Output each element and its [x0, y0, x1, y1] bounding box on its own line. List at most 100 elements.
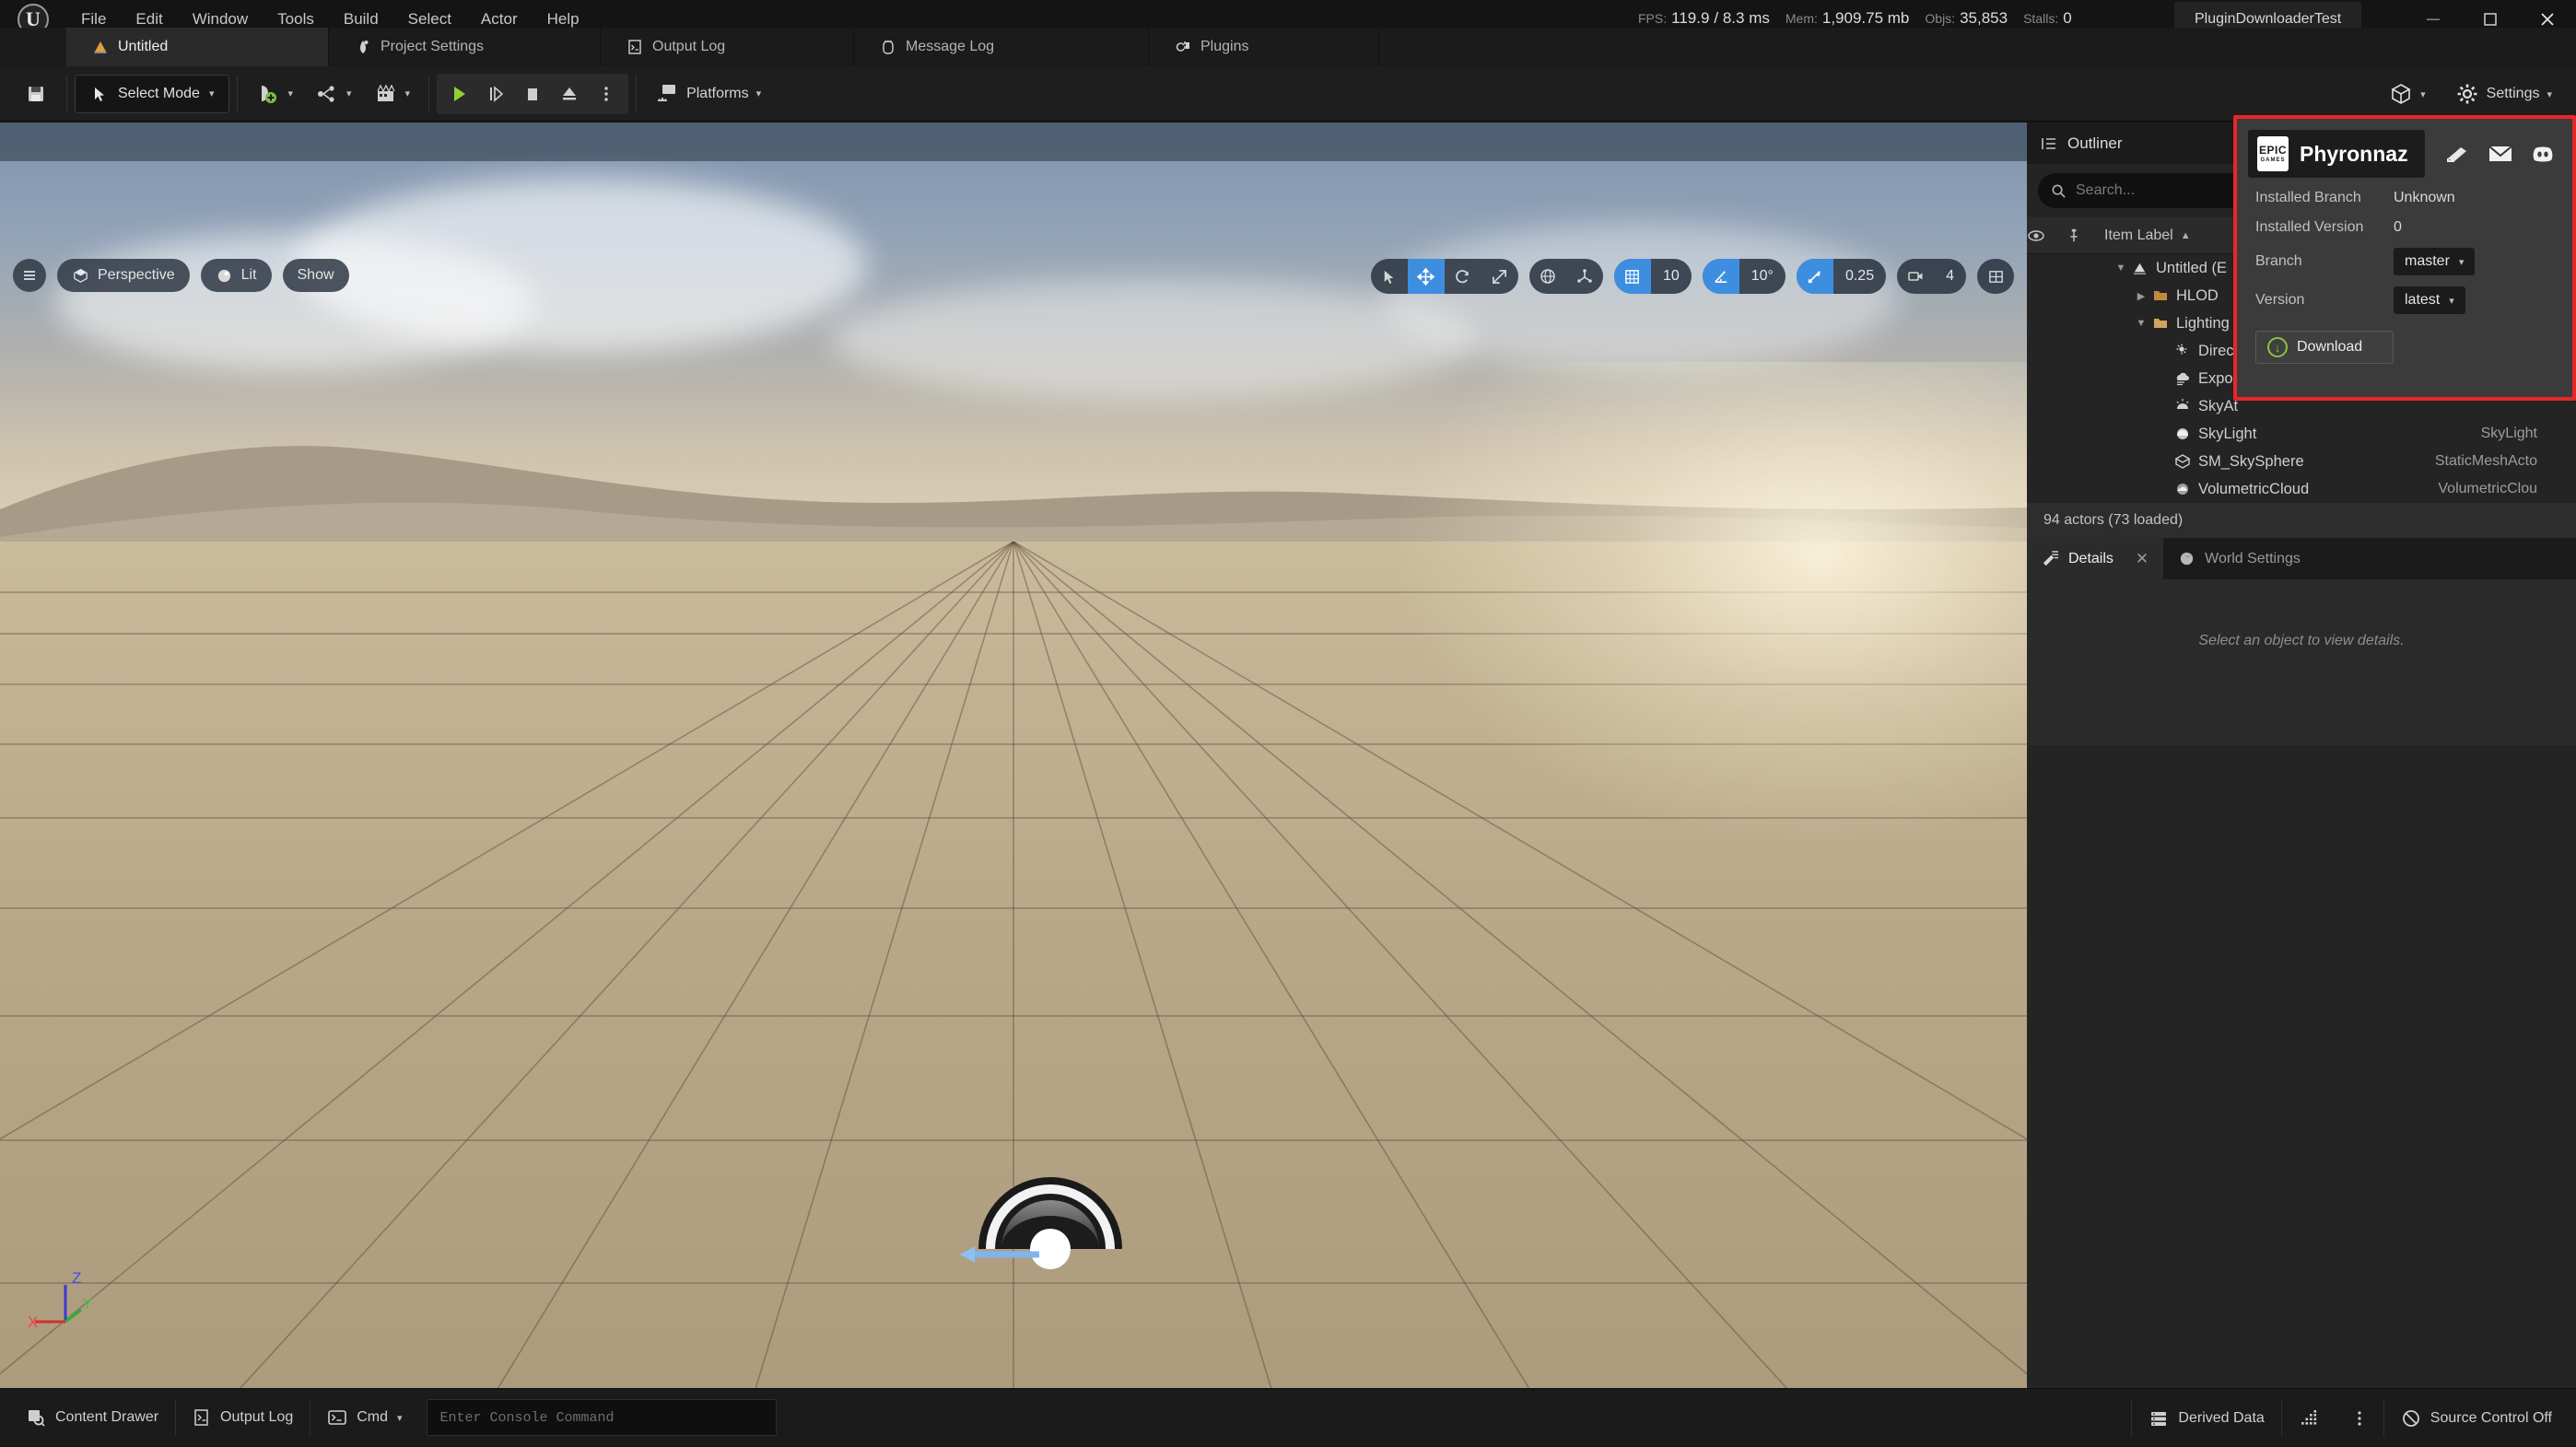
scale-snap-value[interactable]: 0.25	[1833, 259, 1886, 294]
settings-button[interactable]: Settings ▾	[2444, 74, 2563, 114]
view-mode-lit-dropdown[interactable]: Lit	[200, 259, 272, 292]
show-label: Show	[297, 267, 334, 283]
angle-snap-icon[interactable]	[1702, 259, 1739, 294]
platforms-button[interactable]: Platforms ▾	[644, 74, 772, 114]
list-item[interactable]: VolumetricCloud VolumetricClou	[2027, 475, 2576, 503]
mem-label: Mem:	[1785, 11, 1818, 26]
chevron-down-icon: ▾	[397, 1412, 403, 1424]
twisty-icon[interactable]: ▼	[2130, 318, 2152, 329]
details-empty-message: Select an object to view details.	[2027, 579, 2576, 745]
blueprints-button[interactable]: ▾	[304, 74, 363, 114]
version-dropdown[interactable]: latest ▾	[2394, 286, 2465, 314]
epic-logo-sub: GAMES	[2260, 158, 2286, 163]
download-button[interactable]: ↓ Download	[2255, 331, 2394, 364]
world-coordinate-icon[interactable]	[1529, 259, 1566, 294]
play-more-options-button[interactable]	[588, 76, 625, 112]
play-button[interactable]	[440, 76, 477, 112]
eject-button[interactable]	[551, 76, 588, 112]
tab-world-settings[interactable]: World Settings	[2163, 538, 2315, 579]
epic-author-badge[interactable]: EPIC GAMES Phyronnaz	[2248, 130, 2425, 178]
grid-snap-group: 10	[1613, 259, 1692, 294]
local-coordinate-icon[interactable]	[1566, 259, 1603, 294]
branch-dropdown[interactable]: master ▾	[2394, 248, 2476, 275]
cmd-dropdown[interactable]: Cmd ▾	[310, 1396, 418, 1439]
discord-icon[interactable]	[2530, 144, 2556, 164]
viewport-left-controls: Perspective Lit Show	[13, 259, 349, 292]
list-item[interactable]: SkyLight SkyLight	[2027, 420, 2576, 448]
details-close-icon[interactable]: ✕	[2136, 550, 2149, 568]
scale-icon[interactable]	[1481, 259, 1518, 294]
tab-output-log[interactable]: Output Log	[601, 28, 854, 66]
installed-branch-label: Installed Branch	[2255, 190, 2361, 205]
save-button[interactable]	[13, 74, 59, 114]
more-vertical-icon[interactable]	[2336, 1397, 2383, 1440]
epic-games-logo: EPIC GAMES	[2257, 136, 2289, 171]
network-stats-icon[interactable]	[2282, 1397, 2336, 1440]
stop-button[interactable]	[514, 76, 551, 112]
angle-snap-group: 10°	[1702, 259, 1786, 294]
column-item-label[interactable]: Item Label	[2104, 228, 2173, 244]
visibility-eye-icon[interactable]	[2027, 227, 2066, 245]
plugin-downloader-popup[interactable]: EPIC GAMES Phyronnaz Installed Branch Un…	[2233, 115, 2576, 401]
grid-snap-icon[interactable]	[1613, 259, 1651, 294]
axis-label-x: X	[28, 1313, 38, 1331]
move-translate-icon[interactable]	[1407, 259, 1445, 294]
fps-label: FPS:	[1638, 11, 1668, 26]
add-actor-button[interactable]: ▾	[245, 74, 304, 114]
source-control-button[interactable]: Source Control Off	[2384, 1397, 2569, 1440]
details-icon	[2042, 550, 2059, 567]
play-controls	[437, 73, 629, 114]
derived-data-button[interactable]: Derived Data	[2132, 1397, 2280, 1440]
level-viewport[interactable]: Perspective Lit Show 10 10° 0.25 4 Z Y X	[0, 123, 2027, 1388]
tab-untitled-level[interactable]: Untitled	[66, 28, 329, 66]
branch-label: Branch	[2255, 253, 2302, 269]
grid-snap-value[interactable]: 10	[1651, 259, 1692, 294]
chevron-down-icon: ▾	[208, 88, 215, 99]
camera-speed-value[interactable]: 4	[1934, 259, 1966, 294]
cursor-select-icon[interactable]	[1371, 259, 1408, 294]
download-label: Download	[2297, 339, 2363, 355]
show-flags-dropdown[interactable]: Show	[282, 259, 349, 292]
list-item[interactable]: SM_SkySphere StaticMeshActo	[2027, 448, 2576, 475]
pin-icon[interactable]	[2066, 228, 2104, 244]
scale-snap-icon[interactable]	[1796, 259, 1833, 294]
list-item-label: VolumetricCloud	[2198, 480, 2310, 497]
output-log-button[interactable]: Output Log	[176, 1396, 310, 1439]
viewport-layout-icon[interactable]	[1977, 259, 2014, 294]
angle-snap-value[interactable]: 10°	[1739, 259, 1786, 294]
camera-speed-icon[interactable]	[1897, 259, 1934, 294]
console-input-field[interactable]	[439, 1409, 763, 1426]
cinematics-button[interactable]: ▾	[363, 74, 422, 114]
transform-mode-group	[1370, 259, 1518, 294]
installed-version-label: Installed Version	[2255, 219, 2364, 235]
volumetric-cloud-icon	[2174, 481, 2198, 497]
rotate-icon[interactable]	[1445, 259, 1481, 294]
outliner-icon	[2040, 134, 2058, 153]
sky-atmosphere-icon	[2174, 398, 2198, 414]
camera-speed-group[interactable]: 4	[1897, 259, 1966, 294]
twisty-icon[interactable]: ▼	[2110, 263, 2132, 274]
tab-label: Project Settings	[381, 39, 485, 54]
frametime-value: / 8.3 ms	[1714, 9, 1770, 27]
select-mode-dropdown[interactable]: Select Mode ▾	[75, 74, 230, 113]
content-drawer-button[interactable]: Content Drawer	[9, 1396, 175, 1439]
tab-message-log[interactable]: Message Log	[854, 28, 1149, 66]
tab-plugins[interactable]: Plugins	[1149, 28, 1379, 66]
twisty-icon[interactable]: ▶	[2130, 290, 2152, 302]
list-item-type: VolumetricClou	[2438, 481, 2537, 496]
settings-label: Settings	[2486, 86, 2540, 101]
select-mode-label: Select Mode	[118, 85, 200, 101]
cloud-shape	[295, 178, 866, 353]
skip-button[interactable]	[477, 76, 514, 112]
sort-arrow-icon: ▲	[2180, 229, 2191, 241]
perspective-dropdown[interactable]: Perspective	[57, 259, 190, 292]
content-box-button[interactable]: ▾	[2378, 74, 2437, 114]
email-envelope-icon[interactable]	[2488, 144, 2513, 164]
tab-details[interactable]: Details ✕	[2027, 538, 2164, 579]
viewport-menu-icon[interactable]	[13, 259, 46, 292]
console-command-input[interactable]	[426, 1399, 777, 1436]
transform-gizmo[interactable]	[958, 1140, 1161, 1278]
tab-project-settings[interactable]: Project Settings	[329, 28, 601, 66]
documentation-book-icon[interactable]	[2445, 143, 2471, 165]
folder-icon	[2152, 287, 2176, 304]
